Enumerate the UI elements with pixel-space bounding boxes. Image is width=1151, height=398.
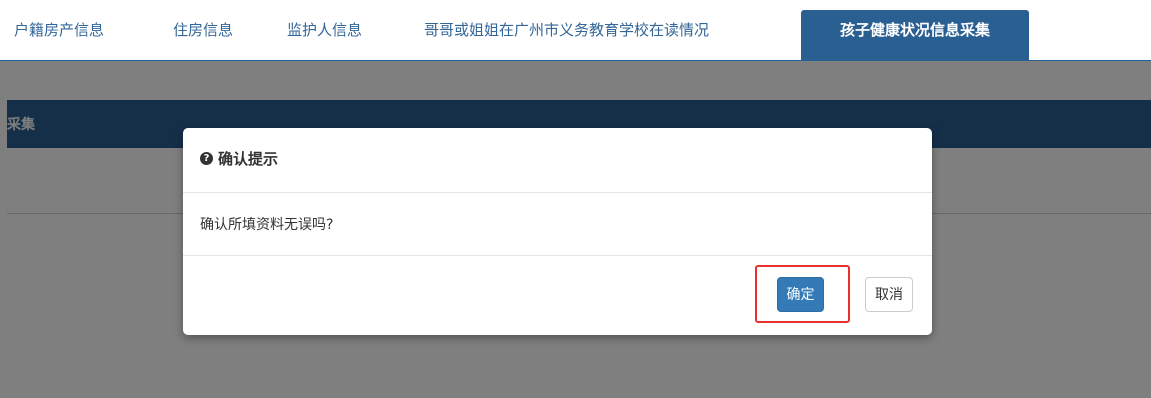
screen: 户籍房产信息 住房信息 监护人信息 哥哥或姐姐在广州市义务教育学校在读情况 孩子… <box>0 0 1151 398</box>
dialog-message: 确认所填资料无误吗? <box>200 217 334 233</box>
tab-housing[interactable]: 住房信息 <box>173 10 233 60</box>
dialog-header: ? 确认提示 <box>183 128 932 193</box>
dialog-body: 确认所填资料无误吗? <box>183 193 932 256</box>
tab-bar: 户籍房产信息 住房信息 监护人信息 哥哥或姐姐在广州市义务教育学校在读情况 孩子… <box>0 0 1151 61</box>
tab-child-health[interactable]: 孩子健康状况信息采集 <box>801 10 1029 60</box>
question-circle-icon: ? <box>200 152 213 165</box>
confirm-button-highlight <box>755 265 850 323</box>
cancel-button[interactable]: 取消 <box>865 277 913 312</box>
dialog-title: 确认提示 <box>218 150 279 168</box>
tab-guardian[interactable]: 监护人信息 <box>287 10 362 60</box>
tab-sibling-school[interactable]: 哥哥或姐姐在广州市义务教育学校在读情况 <box>424 10 709 60</box>
tab-household-property[interactable]: 户籍房产信息 <box>14 10 104 60</box>
